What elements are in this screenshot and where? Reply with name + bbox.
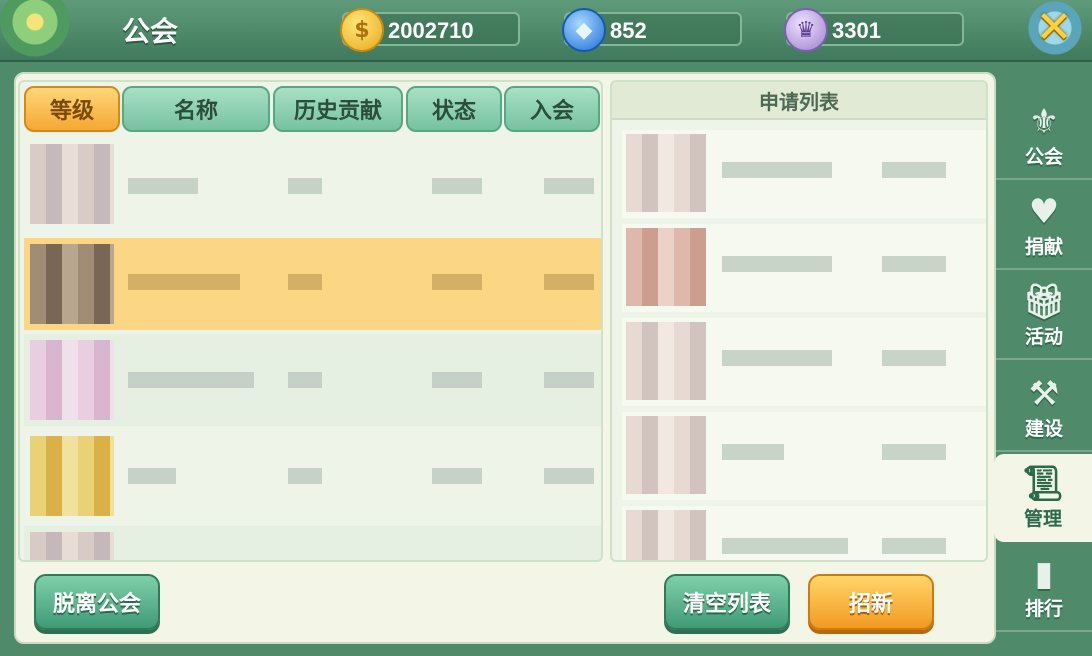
sidebar: ⚜ 公会 ♥ 捐献 🎁︎ 活动 ⚒ 建设 📜︎ 管理 ▮ 排行 xyxy=(994,92,1092,632)
avatar xyxy=(626,510,706,560)
sort-tab-name[interactable]: 名称 xyxy=(122,86,270,132)
member-row[interactable] xyxy=(24,526,601,560)
close-icon: ✕ xyxy=(1035,1,1073,53)
member-row[interactable] xyxy=(24,334,601,426)
sidebar-item-manage[interactable]: 📜︎ 管理 xyxy=(994,454,1092,542)
sidebar-item-build[interactable]: ⚒ 建设 xyxy=(996,364,1092,452)
avatar xyxy=(626,134,706,212)
apply-row[interactable] xyxy=(622,318,986,406)
gem-value: 852 xyxy=(610,18,647,43)
sort-tab-join[interactable]: 入会 xyxy=(504,86,600,132)
apply-list-title: 申请列表 xyxy=(612,82,986,120)
hammer-icon: ⚒ xyxy=(1028,373,1060,414)
apply-list[interactable]: 申请列表 xyxy=(610,80,988,562)
avatar xyxy=(30,532,114,560)
avatar xyxy=(626,416,706,494)
sort-tab-level[interactable]: 等级 xyxy=(24,86,120,132)
sort-tab-status[interactable]: 状态 xyxy=(406,86,502,132)
leave-guild-button[interactable]: 脱离公会 xyxy=(34,574,160,630)
sort-tab-contribution[interactable]: 历史贡献 xyxy=(273,86,403,132)
scroll-icon: 📜︎ xyxy=(1021,463,1065,504)
member-row[interactable] xyxy=(24,238,601,330)
gem-resource: ◆ 852 xyxy=(562,8,742,52)
blue-gem-icon: ◆ xyxy=(562,8,606,52)
crown-resource: ♛ 3301 xyxy=(784,8,964,52)
apply-row[interactable] xyxy=(622,412,986,500)
gold-value: 2002710 xyxy=(388,18,474,43)
sidebar-item-label: 建设 xyxy=(1024,417,1063,440)
sidebar-item-label: 排行 xyxy=(1024,597,1063,620)
sidebar-item-ranking[interactable]: ▮ 排行 xyxy=(996,544,1092,632)
apply-row[interactable] xyxy=(622,224,986,312)
sidebar-item-label: 管理 xyxy=(1023,507,1062,530)
member-list[interactable]: 等级 名称 历史贡献 状态 入会 xyxy=(18,80,603,562)
apply-row[interactable] xyxy=(622,506,986,560)
heart-donate-icon: ♥ xyxy=(1028,191,1060,232)
avatar xyxy=(30,340,114,420)
top-bar: 公会 $ 2002710 ◆ 852 ♛ 3301 ✕ xyxy=(0,0,1092,62)
gift-icon: 🎁︎ xyxy=(1022,281,1066,322)
sidebar-item-label: 公会 xyxy=(1024,145,1063,168)
sidebar-item-donate[interactable]: ♥ 捐献 xyxy=(996,182,1092,270)
gold-resource: $ 2002710 xyxy=(340,8,520,52)
sidebar-item-events[interactable]: 🎁︎ 活动 xyxy=(996,272,1092,360)
sidebar-item-label: 活动 xyxy=(1024,325,1063,348)
sidebar-item-guild[interactable]: ⚜ 公会 xyxy=(996,92,1092,180)
bar-chart-icon: ▮ xyxy=(1034,553,1054,594)
avatar xyxy=(30,436,114,516)
gold-coin-icon: $ xyxy=(340,8,384,52)
sidebar-item-label: 捐献 xyxy=(1024,235,1063,258)
page-title: 公会 xyxy=(122,15,179,48)
crown-value: 3301 xyxy=(832,18,881,43)
apply-row[interactable] xyxy=(622,130,986,218)
guild-banner-icon: ⚜ xyxy=(1028,101,1060,142)
avatar xyxy=(626,228,706,306)
clear-list-button[interactable]: 清空列表 xyxy=(664,574,790,630)
recruit-button[interactable]: 招新 xyxy=(808,574,934,630)
crown-icon: ♛ xyxy=(784,8,828,52)
leaf-flower-decoration xyxy=(0,0,90,60)
member-row[interactable] xyxy=(24,430,601,522)
close-button[interactable]: ✕ xyxy=(1010,0,1092,58)
avatar xyxy=(30,244,114,324)
avatar xyxy=(30,144,114,224)
member-row[interactable] xyxy=(24,138,601,230)
avatar xyxy=(626,322,706,400)
